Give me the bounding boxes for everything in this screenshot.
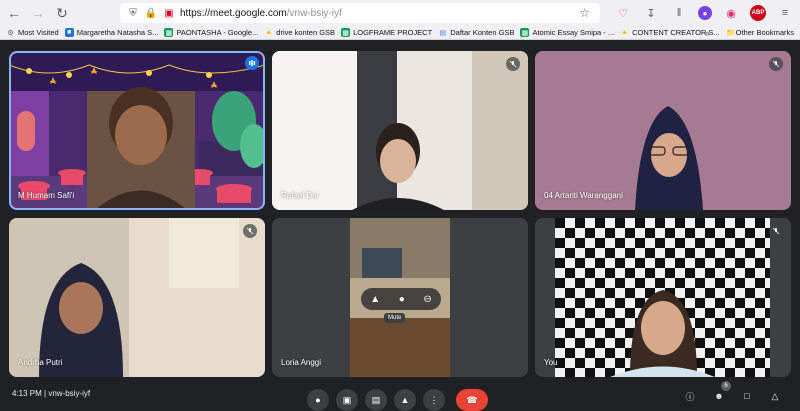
- back-icon[interactable]: ←: [4, 3, 24, 23]
- bookmark-atomic-essay[interactable]: ▦ Atomic Essay Smipa - ...: [520, 28, 614, 37]
- virtual-background: [9, 51, 265, 210]
- instagram-icon[interactable]: ◉: [722, 4, 740, 22]
- present-icon: ▲: [400, 395, 410, 405]
- microphone-button[interactable]: ●: [307, 389, 329, 411]
- meeting-info: 4:13 PM | vnw-bsiy-iyf: [12, 389, 90, 398]
- camera-button[interactable]: ▣: [336, 389, 358, 411]
- bookmarks-bar: ⚙ Most Visited ■ Margaretha Natasha S... ▦…: [0, 26, 800, 40]
- meeting-code: vnw-bsiy-iyf: [48, 389, 91, 398]
- mic-off-icon: [506, 57, 520, 71]
- sheets-icon: ▦: [164, 28, 174, 37]
- meeting-controls-bar: 4:13 PM | vnw-bsiy-iyf ● ▣ ▤ ▲ ⋮ ☎ ⓘ ☻ 6…: [0, 381, 800, 411]
- address-bar[interactable]: ⛨ 🔒 ▣ https://meet.google.com/vnw-bsiy-i…: [120, 3, 600, 23]
- info-button[interactable]: ⓘ: [683, 389, 697, 403]
- star-icon[interactable]: ☆: [579, 6, 590, 20]
- more-bookmarks-icon[interactable]: »: [705, 28, 710, 38]
- leave-call-button[interactable]: ☎: [456, 389, 488, 411]
- drive-icon: ▲: [621, 29, 629, 36]
- participant-tile[interactable]: M Humam Safi'i: [9, 51, 265, 210]
- participant-tile[interactable]: 04 Artanti Waranggani: [535, 51, 791, 210]
- microphone-icon: ●: [315, 395, 321, 405]
- pocket-icon[interactable]: ♡: [614, 4, 632, 22]
- folder-icon: 📁: [726, 28, 736, 37]
- menu-icon[interactable]: ≡: [776, 4, 794, 22]
- reload-icon[interactable]: ↻: [52, 3, 72, 23]
- url-path: /vnw-bsiy-iyf: [286, 7, 342, 19]
- bookmark-daftar-konten[interactable]: ▤ Daftar Konten GSB: [438, 28, 514, 37]
- video-feed: [9, 218, 265, 377]
- meeting-grid: M Humam Safi'i Rafael Dei 04 Artanti War…: [0, 41, 800, 400]
- download-icon[interactable]: ↧: [642, 4, 660, 22]
- account-icon[interactable]: ●: [698, 6, 712, 20]
- video-feed: [535, 51, 791, 210]
- participant-name: M Humam Safi'i: [18, 191, 75, 200]
- camera-icon: ▣: [342, 394, 352, 405]
- clock-time: 4:13 PM: [12, 389, 42, 398]
- video-feed: [535, 218, 791, 377]
- forward-icon[interactable]: →: [28, 3, 48, 23]
- more-options-button[interactable]: ⋮: [423, 389, 445, 411]
- participant-name: Loria Anggi: [281, 358, 322, 367]
- remove-icon[interactable]: ⊖: [423, 294, 431, 305]
- phone-icon: ☎: [466, 394, 478, 405]
- bookmark-paontasha[interactable]: ▦ PAONTASHA - Google...: [164, 28, 258, 37]
- bookmark-most-visited[interactable]: ⚙ Most Visited: [6, 28, 58, 37]
- captions-icon: ▤: [371, 394, 381, 405]
- mute-tooltip: Mute: [384, 313, 406, 323]
- browser-toolbar: ← → ↻ ⛨ 🔒 ▣ https://meet.google.com/vnw-…: [0, 0, 800, 26]
- activities-button[interactable]: △: [768, 389, 782, 403]
- pin-icon[interactable]: ▲: [370, 294, 380, 305]
- participant-tile-self[interactable]: You: [535, 218, 791, 377]
- bookmark-margaretha[interactable]: ■ Margaretha Natasha S...: [64, 28, 158, 37]
- mic-off-icon: [243, 224, 257, 238]
- bookmark-drive-konten[interactable]: ▲ drive konten GSB: [264, 28, 335, 37]
- more-vert-icon: ⋮: [429, 394, 439, 405]
- info-icon: ⓘ: [685, 391, 695, 402]
- sheets-icon: ▦: [520, 28, 530, 37]
- adblock-icon[interactable]: ABP: [750, 5, 766, 21]
- sheets-icon: ▦: [341, 28, 351, 37]
- participant-name: You: [544, 358, 558, 367]
- mic-off-icon: [769, 57, 783, 71]
- participant-tile[interactable]: Rafael Dei: [272, 51, 528, 210]
- url-host: https://meet.google.com: [180, 7, 287, 19]
- library-icon[interactable]: ‖: [670, 4, 688, 22]
- docs-icon: ▤: [439, 29, 447, 37]
- mute-participant-icon[interactable]: ●: [399, 294, 405, 305]
- present-button[interactable]: ▲: [394, 389, 416, 411]
- participant-name: Rafael Dei: [281, 191, 319, 200]
- other-bookmarks[interactable]: 📁 Other Bookmarks: [726, 28, 794, 37]
- participant-name: 04 Artanti Waranggani: [544, 191, 623, 200]
- camera-blocked-icon[interactable]: ▣: [162, 6, 176, 20]
- mic-off-icon: [769, 224, 783, 238]
- site-icon: ■: [64, 28, 74, 37]
- people-button[interactable]: ☻: [712, 389, 726, 403]
- bookmark-logframe[interactable]: ▦ LOGFRAME PROJECT: [341, 28, 432, 37]
- shield-icon[interactable]: ⛨: [126, 6, 140, 20]
- participant-name: Andrha Putri: [18, 358, 63, 367]
- speaking-indicator-icon: [245, 56, 259, 70]
- video-feed: [272, 51, 528, 210]
- captions-button[interactable]: ▤: [365, 389, 387, 411]
- participant-tile[interactable]: Andrha Putri: [9, 218, 265, 377]
- participant-hover-controls: ▲ ● ⊖: [361, 288, 441, 310]
- separator: |: [44, 389, 47, 398]
- gear-icon: ⚙: [7, 29, 14, 37]
- lock-icon[interactable]: 🔒: [144, 6, 158, 20]
- participant-count-badge: 6: [721, 381, 731, 391]
- chat-button[interactable]: □: [740, 389, 754, 403]
- participant-tile[interactable]: ▲ ● ⊖ Mute Loria Anggi: [272, 218, 528, 377]
- drive-icon: ▲: [265, 29, 273, 36]
